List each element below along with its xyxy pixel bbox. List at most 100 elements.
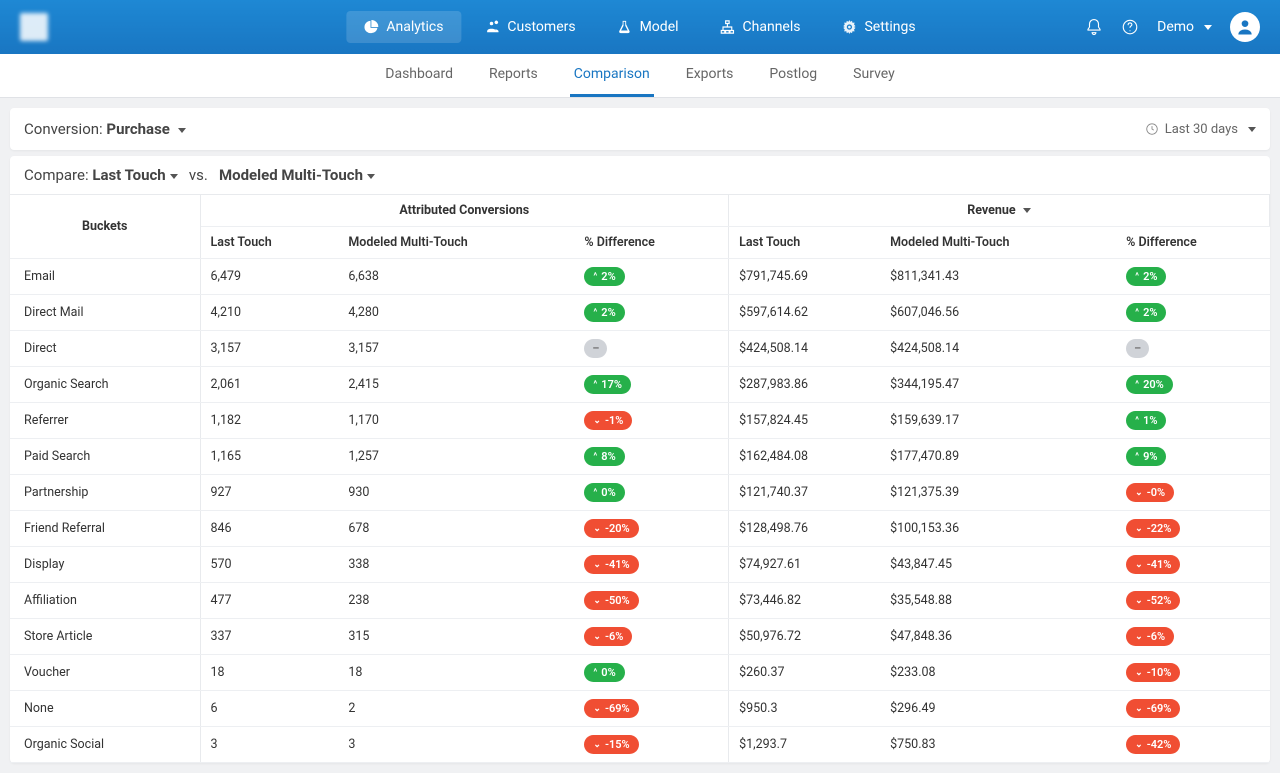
nav-channels[interactable]: Channels <box>703 11 819 43</box>
nav-label: Model <box>640 19 679 35</box>
logo <box>20 13 48 41</box>
cell-bucket: Referrer <box>10 403 200 439</box>
cell-rev-mmt: $750.83 <box>880 727 1116 763</box>
clock-icon <box>1145 122 1159 136</box>
diff-badge-down: ⌄-69% <box>584 699 638 718</box>
cell-rev-mmt: $100,153.36 <box>880 511 1116 547</box>
cell-rev-lt: $128,498.76 <box>729 511 881 547</box>
diff-badge-down: ⌄-41% <box>584 555 638 574</box>
cell-conv-mmt: 3,157 <box>338 331 574 367</box>
diff-badge-up: ^2% <box>1126 267 1166 286</box>
cell-bucket: Email <box>10 259 200 295</box>
cell-conv-diff: ^2% <box>574 295 728 331</box>
cell-bucket: Display <box>10 547 200 583</box>
cell-rev-mmt: $811,341.43 <box>880 259 1116 295</box>
tab-postlog[interactable]: Postlog <box>765 54 821 97</box>
caret-down-icon: ⌄ <box>593 740 601 750</box>
tab-exports[interactable]: Exports <box>682 54 738 97</box>
cell-rev-lt: $791,745.69 <box>729 259 881 295</box>
diff-badge-down: ⌄-52% <box>1126 591 1180 610</box>
subnav: Dashboard Reports Comparison Exports Pos… <box>0 54 1280 98</box>
tab-survey[interactable]: Survey <box>849 54 899 97</box>
cell-rev-diff: ⌄-22% <box>1116 511 1269 547</box>
caret-up-icon: ^ <box>593 488 597 498</box>
tab-comparison[interactable]: Comparison <box>570 54 654 97</box>
bell-icon[interactable] <box>1085 18 1103 36</box>
cell-rev-lt: $260.37 <box>729 655 881 691</box>
user-menu[interactable]: Demo <box>1157 19 1212 35</box>
cell-bucket: Partnership <box>10 475 200 511</box>
cell-conv-mmt: 1,257 <box>338 439 574 475</box>
cell-rev-mmt: $177,470.89 <box>880 439 1116 475</box>
avatar[interactable] <box>1230 12 1260 42</box>
cell-conv-lt: 927 <box>200 475 338 511</box>
date-range-dropdown[interactable]: Last 30 days <box>1145 122 1256 137</box>
col-group-revenue[interactable]: Revenue <box>729 195 1270 227</box>
caret-down-icon: ⌄ <box>593 704 601 714</box>
caret-up-icon: ^ <box>593 308 597 318</box>
caret-down-icon: ⌄ <box>593 416 601 426</box>
cell-bucket: Organic Search <box>10 367 200 403</box>
cell-rev-diff: ^9% <box>1116 439 1269 475</box>
table-row: Affiliation477238⌄-50%$73,446.82$35,548.… <box>10 583 1270 619</box>
caret-up-icon: ^ <box>593 380 597 390</box>
cell-rev-mmt: $121,375.39 <box>880 475 1116 511</box>
cell-rev-mmt: $233.08 <box>880 655 1116 691</box>
nav-customers[interactable]: Customers <box>467 11 593 43</box>
nav-model[interactable]: Model <box>600 11 697 43</box>
cell-conv-mmt: 238 <box>338 583 574 619</box>
diff-badge-down: ⌄-6% <box>1126 627 1174 646</box>
table-row: Voucher1818^0%$260.37$233.08⌄-10% <box>10 655 1270 691</box>
caret-down-icon <box>1248 127 1256 132</box>
caret-down-icon: ⌄ <box>593 596 601 606</box>
cell-conv-lt: 6 <box>200 691 338 727</box>
cell-rev-lt: $424,508.14 <box>729 331 881 367</box>
cell-rev-diff: ⌄-10% <box>1116 655 1269 691</box>
col-conv-mmt: Modeled Multi-Touch <box>338 227 574 259</box>
cell-conv-diff: ⌄-20% <box>574 511 728 547</box>
cell-rev-lt: $597,614.62 <box>729 295 881 331</box>
caret-down-icon: ⌄ <box>1135 740 1143 750</box>
nav-settings[interactable]: Settings <box>824 11 933 43</box>
col-group-attributed: Attributed Conversions <box>200 195 729 227</box>
caret-down-icon: ⌄ <box>1135 524 1143 534</box>
cell-rev-mmt: $296.49 <box>880 691 1116 727</box>
cell-rev-mmt: $35,548.88 <box>880 583 1116 619</box>
tab-reports[interactable]: Reports <box>485 54 542 97</box>
caret-down-icon: ⌄ <box>1135 488 1143 498</box>
table-row: Store Article337315⌄-6%$50,976.72$47,848… <box>10 619 1270 655</box>
table-row: Direct3,1573,157–$424,508.14$424,508.14– <box>10 331 1270 367</box>
cell-conv-lt: 846 <box>200 511 338 547</box>
diff-badge-down: ⌄-22% <box>1126 519 1180 538</box>
main-nav: Analytics Customers Model Channels Setti… <box>346 11 933 43</box>
conversion-bar: Conversion: Purchase Last 30 days <box>10 108 1270 150</box>
compare-b-dropdown[interactable]: Modeled Multi-Touch <box>219 166 375 184</box>
cell-rev-diff: ⌄-52% <box>1116 583 1269 619</box>
diff-badge-down: ⌄-41% <box>1126 555 1180 574</box>
compare-a-dropdown[interactable]: Last Touch <box>92 166 177 184</box>
conversion-label: Conversion: <box>24 120 103 138</box>
caret-down-icon <box>178 128 186 133</box>
nav-analytics[interactable]: Analytics <box>346 11 461 43</box>
cell-conv-diff: ^0% <box>574 475 728 511</box>
col-rev-mmt: Modeled Multi-Touch <box>880 227 1116 259</box>
help-icon[interactable] <box>1121 18 1139 36</box>
table-row: Display570338⌄-41%$74,927.61$43,847.45⌄-… <box>10 547 1270 583</box>
flask-icon <box>618 20 632 34</box>
cell-rev-lt: $121,740.37 <box>729 475 881 511</box>
col-buckets: Buckets <box>10 195 200 259</box>
table-row: Direct Mail4,2104,280^2%$597,614.62$607,… <box>10 295 1270 331</box>
diff-badge-up: ^0% <box>584 663 624 682</box>
nav-label: Channels <box>743 19 801 35</box>
table-row: Friend Referral846678⌄-20%$128,498.76$10… <box>10 511 1270 547</box>
sitemap-icon <box>721 20 735 34</box>
cell-conv-lt: 18 <box>200 655 338 691</box>
conversion-dropdown[interactable]: Conversion: Purchase <box>24 120 186 138</box>
cell-rev-diff: – <box>1116 331 1269 367</box>
cell-conv-mmt: 3 <box>338 727 574 763</box>
cell-conv-diff: ^2% <box>574 259 728 295</box>
caret-up-icon: ^ <box>1135 416 1139 426</box>
cell-conv-diff: ⌄-6% <box>574 619 728 655</box>
cell-conv-diff: ^0% <box>574 655 728 691</box>
tab-dashboard[interactable]: Dashboard <box>381 54 457 97</box>
